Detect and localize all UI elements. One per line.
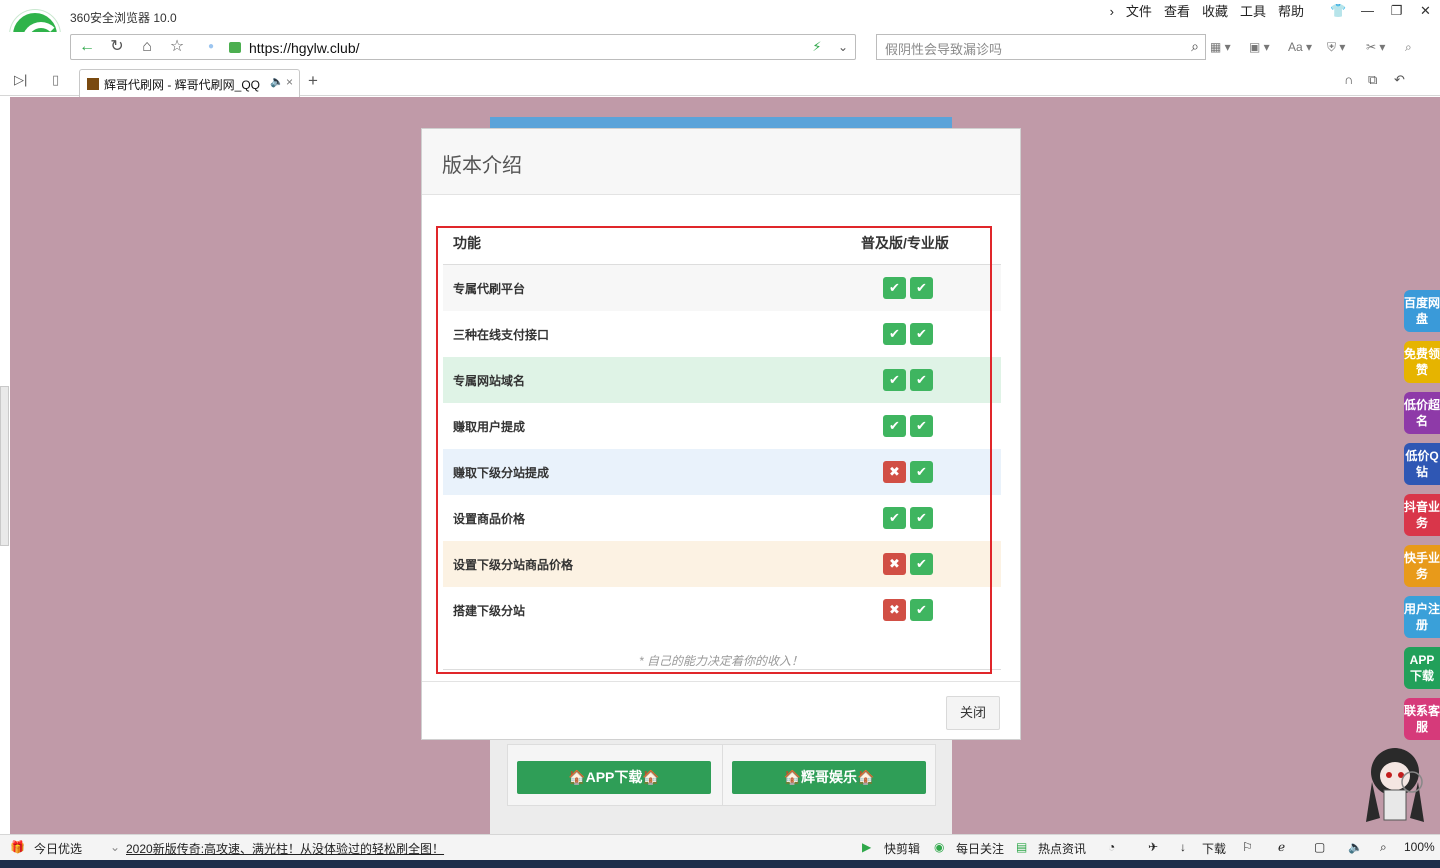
- entertainment-button[interactable]: 🏠辉哥娱乐🏠: [732, 761, 926, 794]
- refresh-icon[interactable]: ↻: [105, 36, 129, 58]
- headset-icon[interactable]: ∩: [1344, 72, 1353, 87]
- zoom-icon[interactable]: ⌕: [1405, 38, 1438, 56]
- menu-file[interactable]: 文件: [1120, 3, 1158, 21]
- lock-icon: [229, 42, 241, 53]
- apps-icon[interactable]: ▦ ▾: [1210, 38, 1243, 56]
- maximize-button[interactable]: ❐: [1382, 0, 1411, 22]
- menu-chevron-icon[interactable]: ›: [1104, 3, 1120, 21]
- floater-button[interactable]: 低价超名: [1404, 392, 1440, 434]
- zoom-level[interactable]: 100%: [1404, 840, 1435, 854]
- menu-view[interactable]: 查看: [1158, 3, 1196, 21]
- today-picks[interactable]: 今日优选: [34, 840, 82, 857]
- speed-dial-icon[interactable]: ◔: [1108, 840, 1115, 854]
- undo-icon[interactable]: ↶: [1394, 72, 1405, 88]
- ie-icon[interactable]: ℯ: [1278, 840, 1285, 854]
- minimize-button[interactable]: —: [1353, 0, 1382, 22]
- download-icon[interactable]: ↓: [1180, 840, 1186, 854]
- search-icon[interactable]: ⌕: [1191, 38, 1199, 55]
- tab-list-icon[interactable]: ⧉: [1368, 72, 1377, 88]
- shield-icon[interactable]: ⛨ ▾: [1327, 38, 1360, 56]
- pin-icon[interactable]: ✈: [1148, 840, 1158, 854]
- search-box[interactable]: 假阴性会导致漏诊吗 ⌕: [876, 34, 1206, 60]
- app-download-button[interactable]: 🏠APP下载🏠: [517, 761, 711, 794]
- floater-button[interactable]: 快手业务: [1404, 545, 1440, 587]
- translate-icon[interactable]: Aa ▾: [1288, 38, 1321, 56]
- hot-icon[interactable]: ▤: [1016, 840, 1027, 854]
- site-button-panel: 🏠APP下载🏠 🏠辉哥娱乐🏠: [507, 744, 936, 806]
- expand-icon[interactable]: ⌄: [110, 840, 120, 854]
- skin-icon[interactable]: 👕: [1324, 0, 1353, 22]
- flag-icon[interactable]: ⚐: [1242, 840, 1253, 854]
- volume-icon[interactable]: 🔈: [1348, 840, 1363, 854]
- floater-button[interactable]: APP下载: [1404, 647, 1440, 689]
- search-placeholder: 假阴性会导致漏诊吗: [885, 42, 1003, 57]
- news-ticker[interactable]: 2020新版传奇:高攻速、满光柱！从没体验过的轻松刷全图！: [126, 840, 444, 857]
- floater-button[interactable]: 抖音业务: [1404, 494, 1440, 536]
- game-icon[interactable]: ▣ ▾: [1249, 38, 1282, 56]
- close-window-button[interactable]: ✕: [1411, 0, 1440, 22]
- modal-footer: 关闭: [422, 681, 1020, 739]
- url-text[interactable]: https://hgylw.club/: [249, 40, 360, 56]
- sidebar-handle[interactable]: [0, 386, 9, 546]
- daily-follow[interactable]: 每日关注: [956, 840, 1004, 857]
- dropdown-chevron-icon[interactable]: ⌄: [831, 36, 855, 58]
- gift-icon[interactable]: 🎁: [10, 840, 25, 854]
- status-bar: 🎁 今日优选 ⌄ 2020新版传奇:高攻速、满光柱！从没体验过的轻松刷全图！ ▶…: [0, 834, 1440, 860]
- new-tab-icon[interactable]: +: [308, 71, 318, 91]
- modal-header: 版本介绍: [422, 129, 1020, 195]
- quick-cut[interactable]: 快剪辑: [884, 840, 920, 857]
- mascot-character[interactable]: [1360, 742, 1430, 828]
- menu-help[interactable]: 帮助: [1272, 3, 1310, 21]
- recent-tabs-icon[interactable]: ▯: [52, 72, 59, 88]
- os-taskbar: [0, 860, 1440, 868]
- favorite-star-icon[interactable]: ☆: [165, 36, 189, 58]
- tab-active[interactable]: 辉哥代刷网 - 辉哥代刷网_QQ 🔈 ×: [79, 69, 300, 97]
- quick-cut-icon[interactable]: ▶: [862, 840, 871, 854]
- floater-button[interactable]: 百度网盘: [1404, 290, 1440, 332]
- menu-favorites[interactable]: 收藏: [1196, 3, 1234, 21]
- tab-title: 辉哥代刷网 - 辉哥代刷网_QQ: [104, 78, 261, 92]
- home-icon[interactable]: ⌂: [135, 36, 159, 58]
- close-tab-icon[interactable]: ×: [286, 75, 293, 89]
- site-info-icon[interactable]: ●: [199, 36, 223, 58]
- mute-icon[interactable]: 🔈: [270, 75, 284, 88]
- window-controls: 👕 — ❐ ✕: [1324, 0, 1440, 22]
- site-favicon-icon: [87, 78, 99, 90]
- back-icon[interactable]: ←: [75, 36, 99, 58]
- floater-button[interactable]: 用户注册: [1404, 596, 1440, 638]
- floater-button[interactable]: 免费领赞: [1404, 341, 1440, 383]
- title-bar: 360安全浏览器 10.0 › 文件 查看 收藏 工具 帮助 👕 — ❐ ✕: [0, 0, 1440, 32]
- hot-news[interactable]: 热点资讯: [1038, 840, 1086, 857]
- menu-tools[interactable]: 工具: [1234, 3, 1272, 21]
- window-icon[interactable]: ▢: [1314, 840, 1325, 854]
- highlight-box: [436, 226, 992, 674]
- screenshot-icon[interactable]: ✂ ▾: [1366, 38, 1399, 56]
- menu-bar: › 文件 查看 收藏 工具 帮助: [1104, 3, 1310, 21]
- modal-title: 版本介绍: [442, 155, 522, 177]
- download-label[interactable]: 下载: [1202, 840, 1226, 857]
- floater-button[interactable]: 低价Q钻: [1404, 443, 1440, 485]
- daily-icon[interactable]: ◉: [934, 840, 944, 854]
- app-title: 360安全浏览器 10.0: [70, 11, 177, 25]
- address-bar[interactable]: ← ↻ ⌂ ☆ ● https://hgylw.club/ ⚡ ⌄: [70, 34, 856, 60]
- tab-row: ▷| ▯ 辉哥代刷网 - 辉哥代刷网_QQ 🔈 × + ∩ ⧉ ↶: [0, 66, 1440, 97]
- floater-button[interactable]: 联系客服: [1404, 698, 1440, 740]
- speed-icon[interactable]: ⚡: [805, 36, 829, 58]
- sidebar-toggle-icon[interactable]: ▷|: [14, 72, 27, 88]
- toolbar-extensions: ▦ ▾ ▣ ▾ Aa ▾ ⛨ ▾ ✂ ▾ ⌕: [1210, 38, 1438, 56]
- close-button[interactable]: 关闭: [946, 696, 1000, 730]
- zoom-search-icon[interactable]: ⌕: [1380, 840, 1387, 855]
- divider: [722, 745, 723, 805]
